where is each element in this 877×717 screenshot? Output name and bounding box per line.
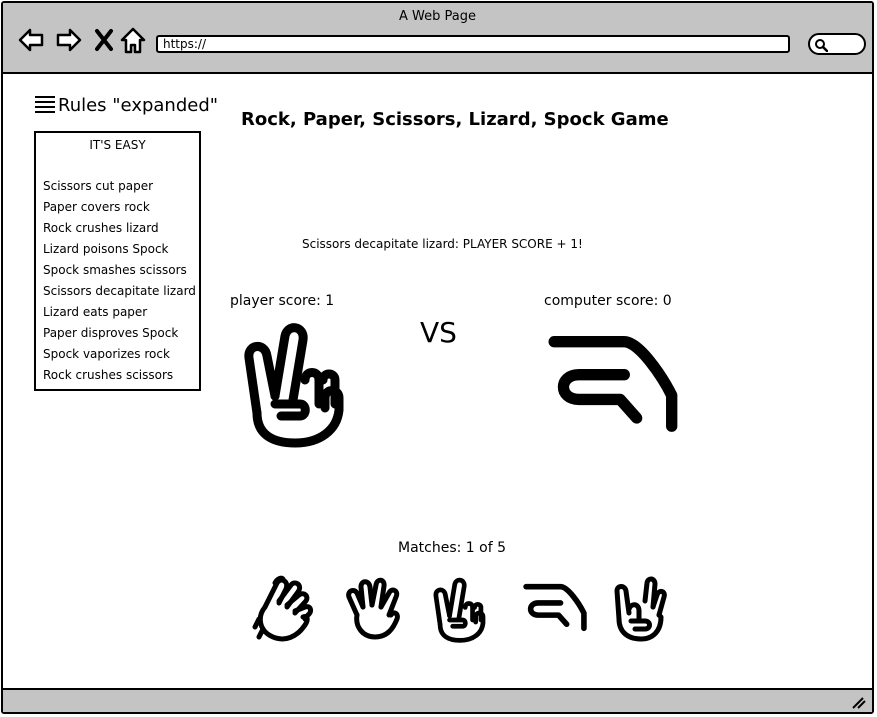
rule-item: Rock crushes scissors xyxy=(43,368,174,382)
close-icon[interactable] xyxy=(91,25,121,55)
rules-header[interactable]: Rules "expanded" xyxy=(34,94,218,116)
search-icon xyxy=(815,39,828,52)
spock-hand-icon[interactable] xyxy=(605,575,671,643)
rules-list: Scissors cut paper Paper covers rock Roc… xyxy=(43,179,196,389)
rule-item: Lizard eats paper xyxy=(43,305,148,319)
hamburger-menu-icon[interactable] xyxy=(34,94,56,116)
browser-window: A Web Page https:// Rules "expanded" IT'… xyxy=(1,1,874,714)
browser-titlebar: A Web Page https:// xyxy=(3,3,872,74)
resize-grip-icon[interactable] xyxy=(850,695,866,709)
rule-item: Paper disproves Spock xyxy=(43,326,179,340)
player-score: player score: 1 xyxy=(230,293,335,309)
computer-lizard-hand-icon xyxy=(548,333,682,437)
forward-arrow-icon[interactable] xyxy=(54,25,84,55)
rule-item: Scissors cut paper xyxy=(43,179,154,193)
round-result: Scissors decapitate lizard: PLAYER SCORE… xyxy=(302,237,583,251)
url-input[interactable]: https:// xyxy=(156,35,790,53)
computer-score: computer score: 0 xyxy=(544,293,672,309)
rule-item: Lizard poisons Spock xyxy=(43,242,169,256)
rule-item: Paper covers rock xyxy=(43,200,150,214)
window-title: A Web Page xyxy=(399,9,476,24)
rules-heading: Rules "expanded" xyxy=(58,94,219,116)
rule-item: Rock crushes lizard xyxy=(43,221,159,235)
rock-hand-icon[interactable] xyxy=(251,575,317,643)
home-icon[interactable] xyxy=(118,25,148,55)
game-title: Rock, Paper, Scissors, Lizard, Spock Gam… xyxy=(241,109,669,130)
status-bar xyxy=(3,688,872,712)
versus-label: VS xyxy=(420,316,457,349)
paper-hand-icon[interactable] xyxy=(341,575,407,643)
rule-item: Spock smashes scissors xyxy=(43,263,187,277)
search-field[interactable] xyxy=(808,33,866,55)
rule-item: Scissors decapitate lizard xyxy=(43,284,196,298)
rules-panel: IT'S EASY Scissors cut paper Paper cover… xyxy=(34,131,201,391)
back-arrow-icon[interactable] xyxy=(16,25,46,55)
lizard-hand-icon[interactable] xyxy=(523,581,589,635)
player-scissors-hand-icon xyxy=(235,316,355,450)
matches-counter: Matches: 1 of 5 xyxy=(398,540,507,556)
rule-item: Spock vaporizes rock xyxy=(43,347,170,361)
rules-subtitle: IT'S EASY xyxy=(89,138,146,152)
scissors-hand-icon[interactable] xyxy=(427,575,493,643)
